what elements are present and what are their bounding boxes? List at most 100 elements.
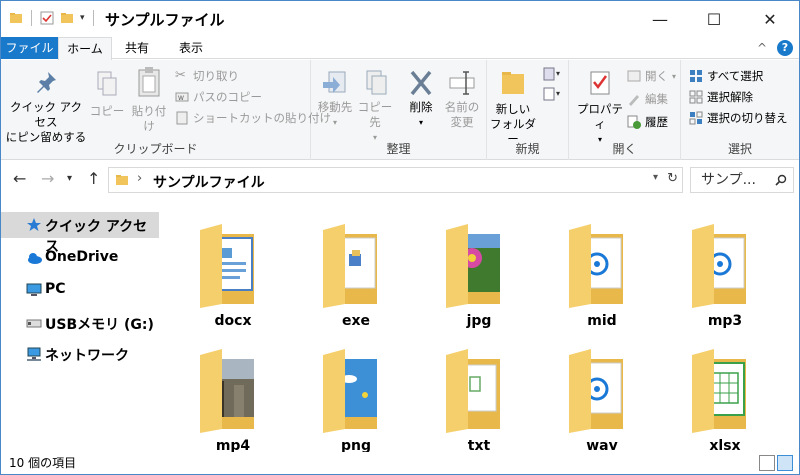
select-group-label: 選択 bbox=[727, 142, 752, 156]
folder-name: jpg bbox=[466, 313, 492, 329]
cut-label: 切り取り bbox=[193, 69, 239, 83]
tab-file[interactable]: ファイル bbox=[1, 37, 58, 59]
folder-icon bbox=[323, 349, 377, 433]
delete-button[interactable]: 削除 ▾ bbox=[401, 68, 441, 130]
new-group-label: 新規 bbox=[515, 142, 540, 156]
paste-shortcut-button[interactable]: ショートカットの貼り付け bbox=[175, 110, 331, 126]
copy-to-button[interactable]: コピー先 ▾ bbox=[355, 68, 395, 145]
tab-share[interactable]: 共有 bbox=[112, 37, 162, 59]
search-input[interactable]: サンプ... bbox=[690, 167, 794, 193]
window-title: サンプルファイル bbox=[105, 11, 225, 29]
file-list: docx exe jpg mid mp3 mp4 png txt wav xlsx bbox=[161, 200, 799, 455]
new-folder-icon[interactable] bbox=[60, 11, 74, 25]
history-button[interactable]: 履歴 bbox=[627, 114, 668, 130]
copy-path-button[interactable]: W パスのコピー bbox=[175, 89, 262, 105]
folder-item[interactable]: png bbox=[302, 335, 392, 455]
folder-item[interactable]: wav bbox=[548, 335, 638, 455]
move-to-button[interactable]: 移動先 ▾ bbox=[315, 68, 355, 130]
minimize-button[interactable]: — bbox=[637, 1, 683, 37]
tab-home[interactable]: ホーム bbox=[58, 37, 112, 60]
search-icon bbox=[775, 174, 787, 186]
select-none-button[interactable]: 選択解除 bbox=[689, 89, 753, 105]
clipboard-group: クイック アクセス にピン留めする コピー 貼り付け ✂ 切り取り W パスのコ… bbox=[1, 60, 331, 160]
folder-icon bbox=[200, 224, 254, 308]
nav-item-network[interactable]: ネットワーク bbox=[1, 341, 159, 367]
select-all-button[interactable]: すべて選択 bbox=[689, 68, 763, 84]
nav-item-usb[interactable]: USBメモリ (G:) bbox=[1, 310, 159, 336]
edit-label: 編集 bbox=[645, 92, 668, 106]
copy-path-icon: W bbox=[175, 92, 189, 102]
rename-icon bbox=[449, 71, 475, 95]
properties-button[interactable]: プロパティ ▾ bbox=[573, 68, 627, 147]
folder-item[interactable]: mp4 bbox=[179, 335, 269, 455]
edit-button[interactable]: 編集 bbox=[627, 91, 668, 107]
folder-item[interactable]: docx bbox=[179, 210, 269, 330]
svg-text:▾: ▾ bbox=[556, 89, 560, 98]
properties-icon[interactable] bbox=[40, 11, 54, 25]
nav-item-pc[interactable]: PC bbox=[1, 277, 159, 303]
address-dropdown-icon[interactable]: ▾ bbox=[653, 172, 658, 183]
organize-group-label: 整理 bbox=[386, 142, 411, 156]
folder-icon bbox=[569, 349, 623, 433]
open-icon bbox=[627, 70, 641, 82]
item-count: 10 個の項目 bbox=[9, 456, 77, 470]
folder-item[interactable]: txt bbox=[425, 335, 515, 455]
folder-icon bbox=[10, 13, 22, 23]
select-all-label: すべて選択 bbox=[707, 69, 764, 83]
star-icon bbox=[27, 218, 41, 231]
new-folder-button[interactable]: 新しい フォルダー bbox=[489, 68, 537, 147]
close-button[interactable]: ✕ bbox=[747, 1, 793, 37]
refresh-icon[interactable]: ↻ bbox=[667, 171, 678, 186]
details-view-button[interactable] bbox=[759, 455, 775, 471]
up-button[interactable]: ↑ bbox=[87, 169, 100, 188]
copy-button[interactable]: コピー bbox=[89, 70, 125, 119]
dropdown-arrow-icon: ▾ bbox=[418, 118, 423, 127]
open-label: 開く bbox=[645, 69, 668, 83]
new-group: 新しい フォルダー ▾ ▾ 新規 bbox=[487, 60, 569, 160]
tab-view[interactable]: 表示 bbox=[162, 37, 220, 59]
svg-text:W: W bbox=[178, 95, 184, 102]
open-group-label: 開く bbox=[612, 142, 637, 156]
folder-item[interactable]: jpg bbox=[425, 210, 515, 330]
back-button[interactable]: ← bbox=[13, 169, 26, 188]
copy-to-label: コピー先 bbox=[357, 100, 393, 129]
history-icon bbox=[627, 115, 641, 129]
folder-name: mid bbox=[587, 313, 617, 329]
nav-item-label: PC bbox=[45, 281, 66, 297]
new-folder-label-1: 新しい bbox=[495, 102, 531, 116]
large-icons-view-button[interactable] bbox=[777, 455, 793, 471]
ribbon: クイック アクセス にピン留めする コピー 貼り付け ✂ 切り取り W パスのコ… bbox=[1, 60, 799, 160]
new-item-button[interactable]: ▾ bbox=[539, 66, 565, 88]
easy-access-button[interactable]: ▾ bbox=[539, 86, 565, 106]
forward-button[interactable]: → bbox=[41, 169, 54, 188]
ribbon-tabs: ファイル ホーム 共有 表示 ^ ? bbox=[1, 37, 799, 60]
maximize-button[interactable]: ☐ bbox=[691, 1, 737, 37]
separator bbox=[31, 10, 32, 26]
view-toggle bbox=[759, 455, 793, 471]
pin-quick-access-button[interactable]: クイック アクセス にピン留めする bbox=[5, 70, 87, 145]
recent-locations-button[interactable]: ▾ bbox=[67, 173, 72, 184]
folder-item[interactable]: exe bbox=[302, 210, 392, 330]
open-button[interactable]: 開く ▾ bbox=[627, 68, 676, 84]
cut-button[interactable]: ✂ 切り取り bbox=[175, 68, 239, 84]
rename-button[interactable]: 名前の 変更 bbox=[441, 68, 483, 130]
invert-selection-button[interactable]: 選択の切り替え bbox=[689, 110, 788, 126]
nav-item-quick-access[interactable]: クイック アクセス bbox=[1, 212, 159, 255]
move-to-label: 移動先 bbox=[317, 100, 353, 114]
nav-item-onedrive[interactable]: OneDrive bbox=[1, 245, 159, 271]
collapse-ribbon-icon[interactable]: ^ bbox=[757, 41, 767, 55]
customize-qat-icon[interactable]: ▾ bbox=[80, 13, 85, 23]
usb-drive-icon bbox=[26, 319, 42, 328]
help-icon[interactable]: ? bbox=[777, 40, 793, 56]
paste-button[interactable]: 貼り付け bbox=[127, 66, 171, 134]
history-label: 履歴 bbox=[645, 115, 668, 129]
folder-item[interactable]: xlsx bbox=[671, 335, 761, 455]
folder-item[interactable]: mid bbox=[548, 210, 638, 330]
breadcrumb-current[interactable]: サンプルファイル bbox=[153, 172, 265, 192]
scissors-icon: ✂ bbox=[175, 68, 186, 83]
folder-item[interactable]: mp3 bbox=[671, 210, 761, 330]
easy-access-icon: ▾ bbox=[543, 87, 560, 101]
address-bar[interactable]: › サンプルファイル ▾ ↻ bbox=[108, 167, 683, 193]
breadcrumb-chevron-icon[interactable]: › bbox=[137, 171, 142, 186]
folder-icon bbox=[323, 224, 377, 308]
